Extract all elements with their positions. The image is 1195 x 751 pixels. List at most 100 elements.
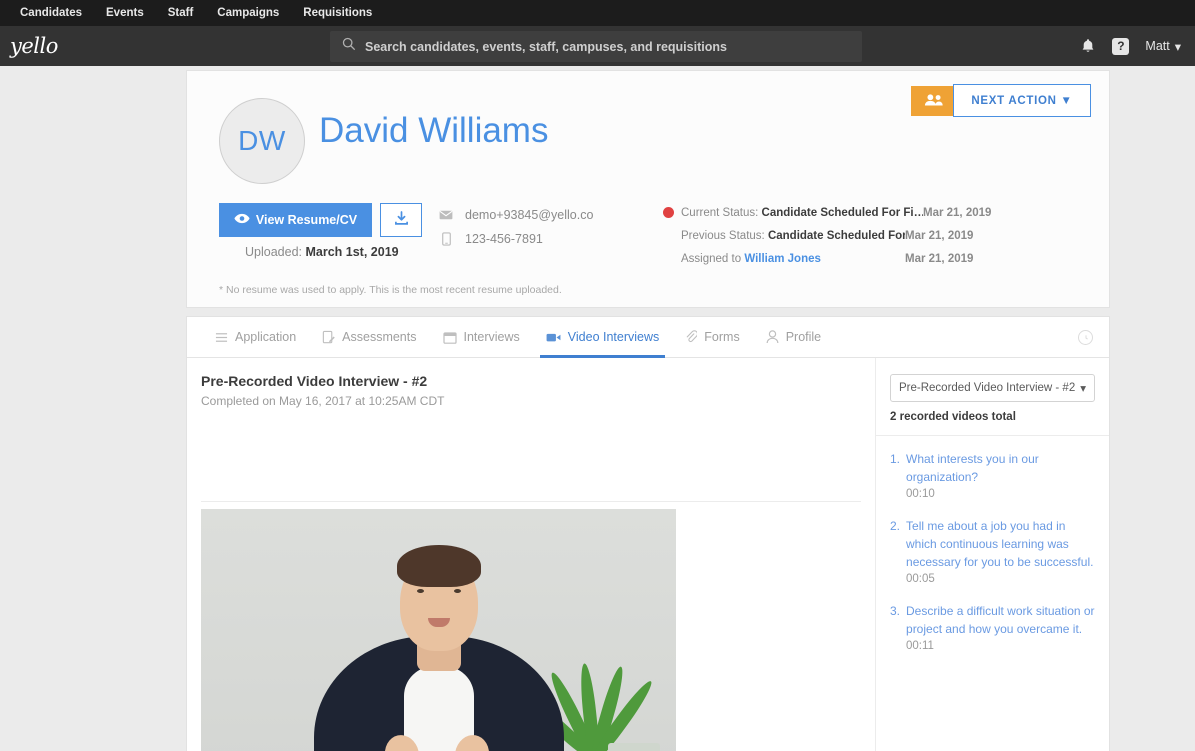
video-interview-title: Pre-Recorded Video Interview - #2 [201,373,428,389]
bell-icon[interactable] [1080,38,1096,55]
tab-video-interviews-label: Video Interviews [567,330,660,344]
tab-interviews[interactable]: Interviews [442,317,520,358]
topnav-item-staff[interactable]: Staff [156,0,206,26]
previous-status-value: Candidate Scheduled For … [767,229,905,242]
question-text[interactable]: Tell me about a job you had in which con… [906,519,1093,569]
previous-status-label: Previous Status: Candidate Scheduled For… [663,230,905,242]
question-text[interactable]: Describe a difficult work situation or p… [906,604,1095,636]
calendar-icon [442,331,457,344]
current-status-label: Current Status: Candidate Scheduled For … [681,207,923,219]
list-item[interactable]: 3. Describe a difficult work situation o… [890,602,1095,652]
question-list: 1. What interests you in our organizatio… [876,436,1109,652]
uploaded-date: March 1st, 2019 [305,245,399,259]
person-icon [766,330,779,344]
tab-video-interviews[interactable]: Video Interviews [539,317,665,358]
people-icon [924,93,944,110]
topnav-item-candidates[interactable]: Candidates [8,0,94,26]
question-text[interactable]: What interests you in our organization? [906,452,1039,484]
tab-assessments[interactable]: Assessments [322,317,417,358]
tab-bar: Application Assessments Interviews Video… [187,317,1109,358]
topnav-item-campaigns[interactable]: Campaigns [205,0,291,26]
current-status-row: Current Status: Candidate Scheduled For … [663,201,1083,224]
envelope-icon [439,210,453,220]
assigned-user-link[interactable]: William Jones [744,253,821,265]
sidebar-header: Pre-Recorded Video Interview - #2 ▾ 2 re… [876,358,1109,436]
video-interview-subtitle: Completed on May 16, 2017 at 10:25AM CDT [201,394,445,408]
list-icon [215,331,228,344]
recorded-videos-count: 2 recorded videos total [890,411,1016,423]
yello-logo[interactable]: yello [0,34,180,58]
video-subject-eye-left [416,589,424,593]
header-actions: ? Matt ▾ [1080,26,1185,66]
question-duration: 00:10 [906,488,935,500]
assigned-row: Assigned to William Jones Mar 21, 2019 [663,247,1083,270]
status-dot-icon [663,207,674,218]
video-subject-eye-right [453,589,461,593]
user-menu[interactable]: Matt ▾ [1145,39,1185,54]
tab-assessments-label: Assessments [342,330,417,344]
topnav-item-requisitions[interactable]: Requisitions [291,0,384,26]
previous-status-date: Mar 21, 2019 [905,229,974,242]
assigned-prefix: Assigned to [681,252,742,265]
question-number: 3. [890,604,901,618]
topnav-item-events[interactable]: Events [94,0,156,26]
tab-profile-label: Profile [785,330,822,344]
user-name-label: Matt [1145,39,1170,53]
phone-row: 123-456-7891 [439,227,593,251]
eye-icon [234,213,250,227]
question-duration: 00:11 [906,640,934,652]
clipboard-icon [322,330,335,344]
video-interview-header: Pre-Recorded Video Interview - #2 Comple… [201,373,861,408]
question-body: What interests you in our organization? … [906,450,1095,500]
assigned-date: Mar 21, 2019 [905,252,974,265]
question-body: Describe a difficult work situation or p… [906,602,1095,652]
search-icon [342,37,356,56]
avatar-initials: DW [238,125,286,156]
phone-value: 123-456-7891 [465,232,543,246]
previous-status-prefix: Previous Status: [681,229,765,242]
candidate-detail-card: Application Assessments Interviews Video… [186,316,1110,751]
tab-forms-label: Forms [704,330,740,344]
current-status-value: Candidate Scheduled For Fi… [761,206,923,219]
search-input[interactable] [365,39,845,54]
video-icon [546,332,561,343]
add-to-list-button[interactable] [911,86,957,116]
candidate-name: David Williams [319,111,549,150]
section-divider [201,501,861,502]
global-search[interactable] [330,31,862,62]
view-resume-button[interactable]: View Resume/CV [219,203,372,237]
tab-application-label: Application [235,330,297,344]
top-navigation-bar: Candidates Events Staff Campaigns Requis… [0,0,1195,26]
info-clock-icon[interactable] [1078,330,1093,345]
paperclip-icon [685,330,698,344]
status-history: Current Status: Candidate Scheduled For … [663,201,1083,270]
question-number: 1. [890,452,901,466]
tab-profile[interactable]: Profile [766,317,821,358]
previous-status-row: Previous Status: Candidate Scheduled For… [663,224,1083,247]
assigned-label: Assigned to William Jones [663,253,905,265]
resume-disclaimer: * No resume was used to apply. This is t… [219,284,562,296]
tab-forms[interactable]: Forms [685,317,740,358]
view-resume-label: View Resume/CV [255,213,358,227]
email-value[interactable]: demo+93845@yello.co [465,208,593,222]
avatar: DW [219,98,305,184]
interview-select[interactable]: Pre-Recorded Video Interview - #2 ▾ [890,374,1095,402]
question-duration: 00:05 [906,573,935,585]
contact-info: demo+93845@yello.co 123-456-7891 [439,203,593,251]
chevron-down-icon: ▾ [1080,383,1086,395]
download-resume-button[interactable] [380,203,422,237]
mobile-phone-icon [439,232,453,246]
chevron-down-icon: ▾ [1174,39,1181,54]
video-subject-hair [396,545,481,587]
tab-interviews-label: Interviews [463,330,520,344]
help-icon[interactable]: ? [1112,37,1130,55]
next-action-button[interactable]: NEXT ACTION ▼ [953,84,1091,117]
video-player[interactable]: 00:02 00:09 [201,509,676,751]
question-body: Tell me about a job you had in which con… [906,517,1095,585]
candidate-profile-card: DW David Williams NEXT ACTION ▼ View Res… [186,70,1110,308]
page-canvas: DW David Williams NEXT ACTION ▼ View Res… [0,66,1195,751]
interview-select-value: Pre-Recorded Video Interview - #2 [899,382,1076,394]
list-item[interactable]: 2. Tell me about a job you had in which … [890,517,1095,585]
list-item[interactable]: 1. What interests you in our organizatio… [890,450,1095,500]
tab-application[interactable]: Application [215,317,296,358]
